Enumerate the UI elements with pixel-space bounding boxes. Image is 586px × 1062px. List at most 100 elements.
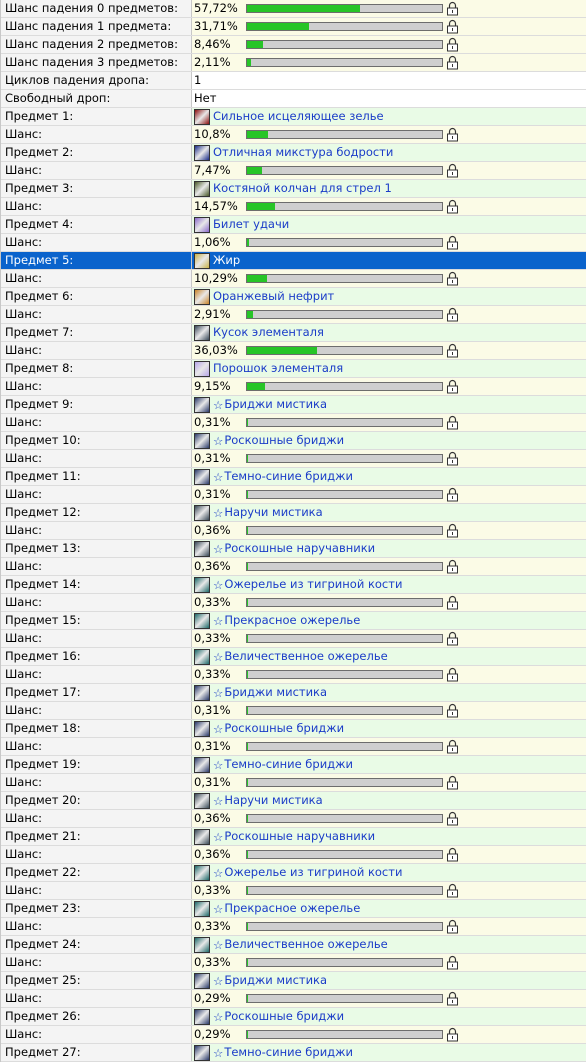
- item-value[interactable]: ☆ Темно-синие бриджи: [192, 468, 586, 485]
- chance-bar[interactable]: [246, 454, 443, 463]
- item-name[interactable]: Роскошные бриджи: [224, 720, 344, 737]
- item-chance-row[interactable]: Шанс: 9,15%: [1, 378, 586, 396]
- chance-bar[interactable]: [246, 1030, 443, 1039]
- property-value[interactable]: 1: [192, 72, 586, 89]
- item-row[interactable]: Предмет 4: Билет удачи: [1, 216, 586, 234]
- lock-icon[interactable]: [446, 451, 459, 466]
- item-name[interactable]: Темно-синие бриджи: [224, 756, 353, 773]
- item-row[interactable]: Предмет 11: ☆ Темно-синие бриджи: [1, 468, 586, 486]
- item-name[interactable]: Бриджи мистика: [224, 972, 327, 989]
- item-value[interactable]: ☆ Роскошные наручавники: [192, 540, 586, 557]
- chance-value[interactable]: 1,06%: [192, 234, 586, 251]
- chance-bar[interactable]: [246, 274, 443, 283]
- item-row[interactable]: Предмет 27: ☆ Темно-синие бриджи: [1, 1044, 586, 1062]
- lock-icon[interactable]: [446, 991, 459, 1006]
- lock-icon[interactable]: [446, 667, 459, 682]
- item-value[interactable]: ☆ Прекрасное ожерелье: [192, 612, 586, 629]
- item-row[interactable]: Предмет 23: ☆ Прекрасное ожерелье: [1, 900, 586, 918]
- item-chance-row[interactable]: Шанс: 36,03%: [1, 342, 586, 360]
- chance-value[interactable]: 9,15%: [192, 378, 586, 395]
- chance-bar[interactable]: [246, 58, 443, 67]
- item-row[interactable]: Предмет 14: ☆ Ожерелье из тигриной кости: [1, 576, 586, 594]
- lock-icon[interactable]: [446, 919, 459, 934]
- chance-bar[interactable]: [246, 850, 443, 859]
- chance-value[interactable]: 0,31%: [192, 450, 586, 467]
- item-chance-row[interactable]: Шанс: 0,31%: [1, 774, 586, 792]
- chance-bar[interactable]: [246, 886, 443, 895]
- item-row[interactable]: Предмет 16: ☆ Величественное ожерелье: [1, 648, 586, 666]
- item-value[interactable]: ☆ Темно-синие бриджи: [192, 756, 586, 773]
- lock-icon[interactable]: [446, 37, 459, 52]
- lock-icon[interactable]: [446, 235, 459, 250]
- item-value[interactable]: ☆ Наручи мистика: [192, 792, 586, 809]
- item-row[interactable]: Предмет 26: ☆ Роскошные бриджи: [1, 1008, 586, 1026]
- lock-icon[interactable]: [446, 487, 459, 502]
- item-value[interactable]: ☆ Ожерелье из тигриной кости: [192, 864, 586, 881]
- item-name[interactable]: Прекрасное ожерелье: [224, 612, 360, 629]
- item-chance-row[interactable]: Шанс: 0,33%: [1, 666, 586, 684]
- item-row[interactable]: Предмет 3: Костяной колчан для стрел 1: [1, 180, 586, 198]
- chance-value[interactable]: 0,29%: [192, 1026, 586, 1043]
- item-chance-row[interactable]: Шанс: 0,36%: [1, 558, 586, 576]
- chance-value[interactable]: 0,31%: [192, 702, 586, 719]
- chance-bar[interactable]: [246, 346, 443, 355]
- lock-icon[interactable]: [446, 559, 459, 574]
- chance-value[interactable]: 10,8%: [192, 126, 586, 143]
- item-row[interactable]: Предмет 17: ☆ Бриджи мистика: [1, 684, 586, 702]
- item-row[interactable]: Предмет 2: Отличная микстура бодрости: [1, 144, 586, 162]
- item-name[interactable]: Прекрасное ожерелье: [224, 900, 360, 917]
- item-name[interactable]: Роскошные бриджи: [224, 1008, 344, 1025]
- item-chance-row[interactable]: Шанс: 0,33%: [1, 954, 586, 972]
- lock-icon[interactable]: [446, 379, 459, 394]
- drop-probability-row[interactable]: Шанс падения 1 предмета: 31,71%: [1, 18, 586, 36]
- chance-value[interactable]: 10,29%: [192, 270, 586, 287]
- chance-bar[interactable]: [246, 382, 443, 391]
- item-value[interactable]: Оранжевый нефрит: [192, 288, 586, 305]
- item-chance-row[interactable]: Шанс: 0,31%: [1, 486, 586, 504]
- item-name[interactable]: Величественное ожерелье: [224, 936, 387, 953]
- chance-value[interactable]: 0,33%: [192, 666, 586, 683]
- chance-bar[interactable]: [246, 670, 443, 679]
- chance-bar[interactable]: [246, 778, 443, 787]
- property-value[interactable]: 2,11%: [192, 54, 586, 71]
- item-chance-row[interactable]: Шанс: 0,33%: [1, 918, 586, 936]
- item-value[interactable]: Сильное исцеляющее зелье: [192, 108, 586, 125]
- lock-icon[interactable]: [446, 163, 459, 178]
- item-row[interactable]: Предмет 9: ☆ Бриджи мистика: [1, 396, 586, 414]
- chance-value[interactable]: 0,33%: [192, 882, 586, 899]
- item-name[interactable]: Бриджи мистика: [224, 396, 327, 413]
- chance-value[interactable]: 0,33%: [192, 594, 586, 611]
- item-row[interactable]: Предмет 1: Сильное исцеляющее зелье: [1, 108, 586, 126]
- item-value[interactable]: ☆ Роскошные бриджи: [192, 1008, 586, 1025]
- chance-bar[interactable]: [246, 994, 443, 1003]
- item-row[interactable]: Предмет 8: Порошок элементаля: [1, 360, 586, 378]
- lock-icon[interactable]: [446, 847, 459, 862]
- chance-value[interactable]: 0,36%: [192, 522, 586, 539]
- property-value[interactable]: 57,72%: [192, 0, 586, 17]
- item-name[interactable]: Кусок элементаля: [213, 324, 324, 341]
- chance-value[interactable]: 0,36%: [192, 810, 586, 827]
- chance-value[interactable]: 0,33%: [192, 630, 586, 647]
- property-value[interactable]: 8,46%: [192, 36, 586, 53]
- lock-icon[interactable]: [446, 955, 459, 970]
- item-name[interactable]: Роскошные наручавники: [224, 540, 375, 557]
- chance-bar[interactable]: [246, 238, 443, 247]
- lock-icon[interactable]: [446, 739, 459, 754]
- lock-icon[interactable]: [446, 199, 459, 214]
- lock-icon[interactable]: [446, 595, 459, 610]
- chance-value[interactable]: 0,31%: [192, 774, 586, 791]
- item-row[interactable]: Предмет 12: ☆ Наручи мистика: [1, 504, 586, 522]
- item-value[interactable]: ☆ Величественное ожерелье: [192, 936, 586, 953]
- item-name[interactable]: Наручи мистика: [224, 792, 322, 809]
- drop-probability-row[interactable]: Шанс падения 2 предметов: 8,46%: [1, 36, 586, 54]
- chance-value[interactable]: 2,91%: [192, 306, 586, 323]
- item-row[interactable]: Предмет 19: ☆ Темно-синие бриджи: [1, 756, 586, 774]
- drop-probability-row[interactable]: Шанс падения 3 предметов: 2,11%: [1, 54, 586, 72]
- chance-bar[interactable]: [246, 490, 443, 499]
- item-name[interactable]: Величественное ожерелье: [224, 648, 387, 665]
- item-name[interactable]: Темно-синие бриджи: [224, 1044, 353, 1061]
- chance-bar[interactable]: [246, 202, 443, 211]
- lock-icon[interactable]: [446, 523, 459, 538]
- item-chance-row[interactable]: Шанс: 1,06%: [1, 234, 586, 252]
- chance-value[interactable]: 0,33%: [192, 954, 586, 971]
